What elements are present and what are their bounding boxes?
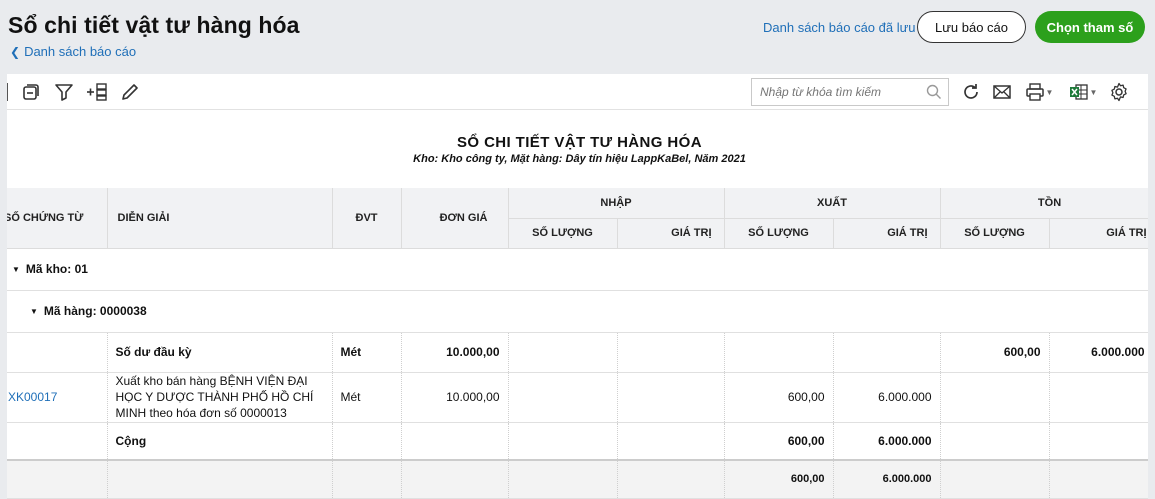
- collapse-icon[interactable]: [19, 80, 43, 104]
- cell-doc-no: [7, 422, 108, 461]
- col-import-qty: SỐ LƯỢNG: [508, 218, 618, 249]
- cell-balance-qty: [940, 422, 1050, 461]
- report-table: SỐ CHỨNG TỪ DIỄN GIẢI ĐVT ĐƠN GIÁ NHẬP X…: [7, 188, 1148, 499]
- col-unit-price: ĐƠN GIÁ: [401, 188, 509, 249]
- col-doc-no: SỐ CHỨNG TỪ: [7, 188, 108, 249]
- cell-doc-no: [7, 459, 108, 499]
- cell-balance-value: 6.000.000: [1049, 332, 1148, 373]
- cell-balance-value: [1049, 372, 1148, 423]
- chevron-left-icon: ❮: [10, 44, 21, 59]
- col-balance-value: GIÁ TRỊ: [1049, 218, 1148, 249]
- cell-unit: Mét: [332, 332, 402, 373]
- add-column-icon[interactable]: [85, 80, 109, 104]
- group-label: Mã kho: 01: [25, 262, 88, 276]
- col-balance-qty: SỐ LƯỢNG: [940, 218, 1050, 249]
- cell-unit: [332, 422, 402, 461]
- group-label: Mã hàng: 0000038: [43, 304, 147, 318]
- report-subtitle: Kho: Kho công ty, Mặt hàng: Dây tín hiệu…: [413, 153, 746, 165]
- toolbar-divider: [7, 83, 8, 101]
- report-panel: ▼ ▼ SỔ CHI TIẾT VẬT TƯ HÀNG HÓA Kho: Kho…: [7, 74, 1148, 499]
- cell-description: Xuất kho bán hàng BỆNH VIỆN ĐẠI HỌC Y DƯ…: [107, 372, 333, 423]
- report-title: SỔ CHI TIẾT VẬT TƯ HÀNG HÓA: [457, 134, 702, 151]
- cell-import-value: [617, 459, 725, 499]
- saved-reports-link[interactable]: Danh sách báo cáo đã lưu: [763, 20, 916, 35]
- cell-balance-qty: [940, 459, 1050, 499]
- cell-import-qty: [508, 332, 618, 373]
- refresh-icon[interactable]: [959, 80, 983, 104]
- cell-description: Số dư đầu kỳ: [107, 332, 333, 373]
- document-link[interactable]: XK00017: [8, 390, 57, 404]
- cell-balance-value: [1049, 422, 1148, 461]
- cell-unit-price: 10.000,00: [401, 372, 509, 423]
- cell-unit-price: [401, 422, 509, 461]
- excel-icon[interactable]: ▼: [1065, 80, 1101, 104]
- subtotal-row: Cộng 600,00 6.000.000: [7, 422, 1148, 461]
- table-row: XK00017 Xuất kho bán hàng BỆNH VIỆN ĐẠI …: [7, 372, 1148, 423]
- group-row-item[interactable]: ▼ Mã hàng: 0000038: [7, 290, 1148, 333]
- col-import: NHẬP: [508, 188, 725, 219]
- cell-balance-value: [1049, 459, 1148, 499]
- report-toolbar: ▼ ▼: [7, 74, 1148, 110]
- settings-icon[interactable]: [1107, 80, 1131, 104]
- cell-export-qty: 600,00: [724, 422, 834, 461]
- search-input[interactable]: [760, 85, 920, 99]
- cell-import-value: [617, 332, 725, 373]
- caret-down-icon[interactable]: ▼: [12, 265, 20, 274]
- cell-export-value: 6.000.000: [833, 459, 941, 499]
- chevron-down-icon: ▼: [1045, 87, 1054, 97]
- cell-import-qty: [508, 372, 618, 423]
- col-import-value: GIÁ TRỊ: [617, 218, 725, 249]
- cell-unit-price: 10.000,00: [401, 332, 509, 373]
- col-balance: TỒN: [940, 188, 1148, 219]
- cell-export-qty: [724, 332, 834, 373]
- cell-export-qty: 600,00: [724, 459, 834, 499]
- edit-icon[interactable]: [118, 80, 142, 104]
- cell-balance-qty: [940, 372, 1050, 423]
- cell-description: [107, 459, 333, 499]
- cell-import-value: [617, 372, 725, 423]
- email-icon[interactable]: [990, 80, 1014, 104]
- cell-unit-price: [401, 459, 509, 499]
- choose-parameters-button[interactable]: Chọn tham số: [1035, 11, 1145, 43]
- search-icon[interactable]: [926, 84, 942, 105]
- save-report-button[interactable]: Lưu báo cáo: [917, 11, 1026, 43]
- col-unit: ĐVT: [332, 188, 402, 249]
- filter-icon[interactable]: [52, 80, 76, 104]
- cell-balance-qty: 600,00: [940, 332, 1050, 373]
- cell-import-value: [617, 422, 725, 461]
- opening-balance-row: Số dư đầu kỳ Mét 10.000,00 600,00 6.000.…: [7, 332, 1148, 373]
- search-box[interactable]: [751, 78, 949, 106]
- cell-import-qty: [508, 459, 618, 499]
- print-icon[interactable]: ▼: [1021, 80, 1057, 104]
- cell-unit: [332, 459, 402, 499]
- col-export-qty: SỐ LƯỢNG: [724, 218, 834, 249]
- cell-description: Cộng: [107, 422, 333, 461]
- page-title: Sổ chi tiết vật tư hàng hóa: [8, 12, 300, 38]
- grand-total-row: 600,00 6.000.000: [7, 459, 1148, 499]
- chevron-down-icon: ▼: [1089, 87, 1098, 97]
- cell-unit: Mét: [332, 372, 402, 423]
- back-link-label: Danh sách báo cáo: [24, 44, 137, 59]
- cell-export-value: 6.000.000: [833, 372, 941, 423]
- col-export-value: GIÁ TRỊ: [833, 218, 941, 249]
- cell-export-value: 6.000.000: [833, 422, 941, 461]
- cell-doc-no[interactable]: XK00017: [7, 372, 108, 423]
- cell-doc-no: [7, 332, 108, 373]
- col-description: DIỄN GIẢI: [107, 188, 333, 249]
- cell-export-value: [833, 332, 941, 373]
- page-header: Sổ chi tiết vật tư hàng hóa ❮ Danh sách …: [0, 0, 1155, 74]
- col-export: XUẤT: [724, 188, 941, 219]
- group-row-warehouse[interactable]: ▼ Mã kho: 01: [7, 248, 1148, 291]
- caret-down-icon[interactable]: ▼: [30, 307, 38, 316]
- cell-export-qty: 600,00: [724, 372, 834, 423]
- back-to-report-list-link[interactable]: ❮ Danh sách báo cáo: [10, 44, 136, 59]
- cell-import-qty: [508, 422, 618, 461]
